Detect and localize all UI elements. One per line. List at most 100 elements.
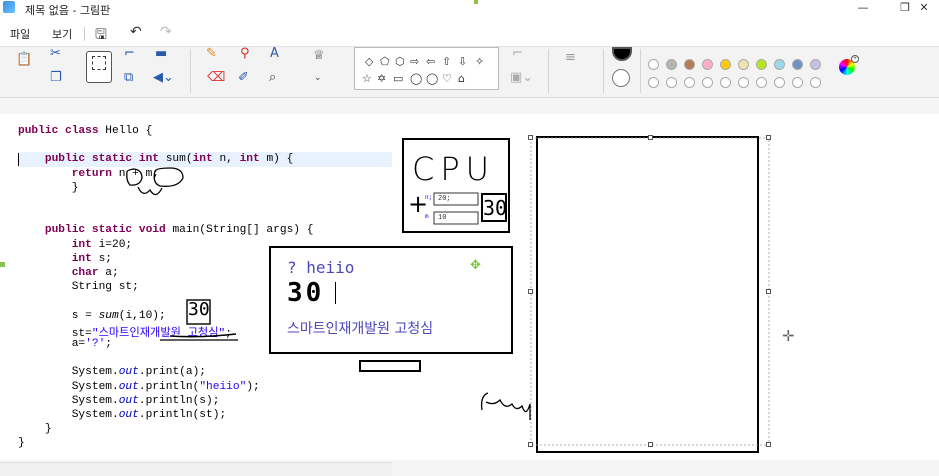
canvas-resize-handle-top[interactable] — [474, 0, 478, 4]
palette-swatch[interactable] — [684, 77, 695, 88]
code-token: int — [192, 153, 220, 166]
add-color-icon[interactable]: + — [851, 55, 859, 63]
shape-fill-icon[interactable]: ▣⌄ — [510, 71, 533, 85]
palette-swatch[interactable] — [666, 77, 677, 88]
shape-diamond[interactable]: ◇ — [365, 55, 373, 68]
selection-handle[interactable] — [528, 442, 533, 447]
code-token: out — [118, 380, 139, 393]
magnifier-icon[interactable]: ⌕ — [269, 71, 276, 85]
code-token: int — [71, 252, 99, 265]
ribbon-divider — [190, 49, 191, 93]
close-button[interactable]: ✕ — [910, 0, 938, 16]
selection-handle[interactable] — [528, 135, 533, 140]
code-token: .print(a); — [138, 366, 207, 379]
flip-icon[interactable]: ◀⌄ — [153, 71, 174, 85]
shape-star5[interactable]: ☆ — [362, 72, 372, 85]
crop-icon[interactable]: ⌐ — [124, 47, 135, 61]
secondary-color[interactable] — [612, 69, 630, 87]
selection-handle[interactable] — [766, 289, 771, 294]
color-picker-icon[interactable]: ✐ — [238, 71, 249, 85]
shape-star4[interactable]: ✧ — [475, 55, 484, 68]
ribbon-divider — [640, 49, 641, 93]
rotate-icon[interactable]: ▬ — [155, 47, 167, 61]
palette-swatch[interactable] — [702, 59, 713, 70]
selection-handle[interactable] — [648, 442, 653, 447]
shape-arrow-left[interactable]: ⇦ — [426, 55, 435, 68]
palette-swatch[interactable] — [810, 59, 821, 70]
move-icon[interactable]: ✥ — [470, 258, 481, 273]
code-token: } — [18, 423, 52, 436]
palette-swatch[interactable] — [648, 59, 659, 70]
palette-swatch[interactable] — [702, 77, 713, 88]
palette-swatch[interactable] — [684, 59, 695, 70]
fill-icon[interactable]: ⚲ — [240, 47, 250, 61]
shape-pentagon[interactable]: ⬠ — [380, 55, 390, 68]
code-line: char a; — [18, 267, 119, 281]
line-size-icon[interactable]: ≡ — [565, 51, 576, 65]
monitor-output-line1: ? heiio — [287, 258, 355, 277]
shape-hexagon[interactable]: ⬡ — [395, 55, 405, 68]
palette-swatch[interactable] — [774, 59, 785, 70]
pencil-icon[interactable]: ✎ — [206, 47, 217, 61]
paint-app-icon — [3, 1, 15, 13]
select-tool-button[interactable] — [86, 51, 112, 83]
code-token: static — [91, 224, 139, 237]
palette-swatch[interactable] — [720, 59, 731, 70]
shape-callout-rect[interactable]: ▭ — [393, 72, 403, 85]
palette-swatch[interactable] — [792, 59, 803, 70]
code-token: public — [18, 125, 65, 137]
palette-swatch[interactable] — [792, 77, 803, 88]
palette-swatch[interactable] — [810, 77, 821, 88]
code-token: System. — [18, 394, 119, 407]
ribbon-toolbar: 📋 ✂ ❐ ⌐ ⧉ ▬ ◀⌄ ✎ ⚲ A ⌫ ✐ ⌕ ♕ ⌄ ◇ ⬠ ⬡ ⇨ ⇦… — [0, 46, 939, 98]
palette-swatch[interactable] — [738, 59, 749, 70]
selection-handle[interactable] — [766, 135, 771, 140]
code-token: public — [44, 224, 92, 237]
undo-icon[interactable]: ↶ — [130, 24, 142, 40]
shape-callout-oval[interactable]: ◯ — [410, 72, 422, 85]
shape-callout-cloud[interactable]: ◯ — [426, 72, 438, 85]
selection-handle[interactable] — [766, 442, 771, 447]
brush-dropdown-icon[interactable]: ⌄ — [314, 71, 322, 85]
copy-icon[interactable]: ❐ — [50, 71, 62, 85]
monitor-output-line3: 스마트인재개발원 고청심 — [287, 321, 434, 337]
shape-arrow-down[interactable]: ⇩ — [458, 55, 467, 68]
palette-swatch[interactable] — [666, 59, 677, 70]
palette-swatch[interactable] — [648, 77, 659, 88]
minimize-button[interactable]: — — [848, 0, 878, 16]
canvas-resize-handle[interactable] — [0, 262, 5, 267]
menu-file[interactable]: 파일 — [10, 26, 30, 42]
palette-swatch[interactable] — [738, 77, 749, 88]
shape-arrow-up[interactable]: ⇧ — [442, 55, 451, 68]
code-token: out — [118, 394, 139, 407]
shape-arrow-right[interactable]: ⇨ — [410, 55, 419, 68]
shape-outline-icon[interactable]: ⌐ — [512, 47, 523, 61]
shapes-gallery: ◇ ⬠ ⬡ ⇨ ⇦ ⇧ ⇩ ✧ ☆ ✡ ▭ ◯ ◯ ♡ ⌂ — [354, 47, 499, 90]
shape-star6[interactable]: ✡ — [377, 72, 386, 85]
shape-heart[interactable]: ♡ — [442, 72, 452, 85]
code-line: int s; — [18, 253, 112, 267]
palette-swatch[interactable] — [756, 59, 767, 70]
save-icon[interactable]: 🖫 — [95, 24, 107, 48]
shape-lightning[interactable]: ⌂ — [458, 72, 465, 85]
cut-icon[interactable]: ✂ — [50, 47, 61, 61]
redo-icon[interactable]: ↷ — [160, 24, 172, 40]
title-bar: 제목 없음 - 그림판 — ❐ ✕ — [0, 0, 939, 18]
selection-handle[interactable] — [648, 135, 653, 140]
resize-icon[interactable]: ⧉ — [124, 71, 133, 85]
code-token: int — [239, 153, 267, 166]
brush-icon[interactable]: ♕ — [313, 49, 325, 63]
selection-handle[interactable] — [528, 289, 533, 294]
paste-icon[interactable]: 📋 — [16, 53, 32, 67]
code-token: class — [65, 125, 106, 137]
menu-view[interactable]: 보기 — [52, 26, 72, 42]
palette-swatch[interactable] — [756, 77, 767, 88]
text-icon[interactable]: A — [270, 47, 279, 61]
primary-color[interactable] — [612, 47, 632, 61]
code-token: String st; — [18, 281, 139, 294]
palette-swatch[interactable] — [774, 77, 785, 88]
code-token: m) { — [266, 153, 294, 166]
palette-swatch[interactable] — [720, 77, 731, 88]
eraser-icon[interactable]: ⌫ — [207, 71, 225, 85]
